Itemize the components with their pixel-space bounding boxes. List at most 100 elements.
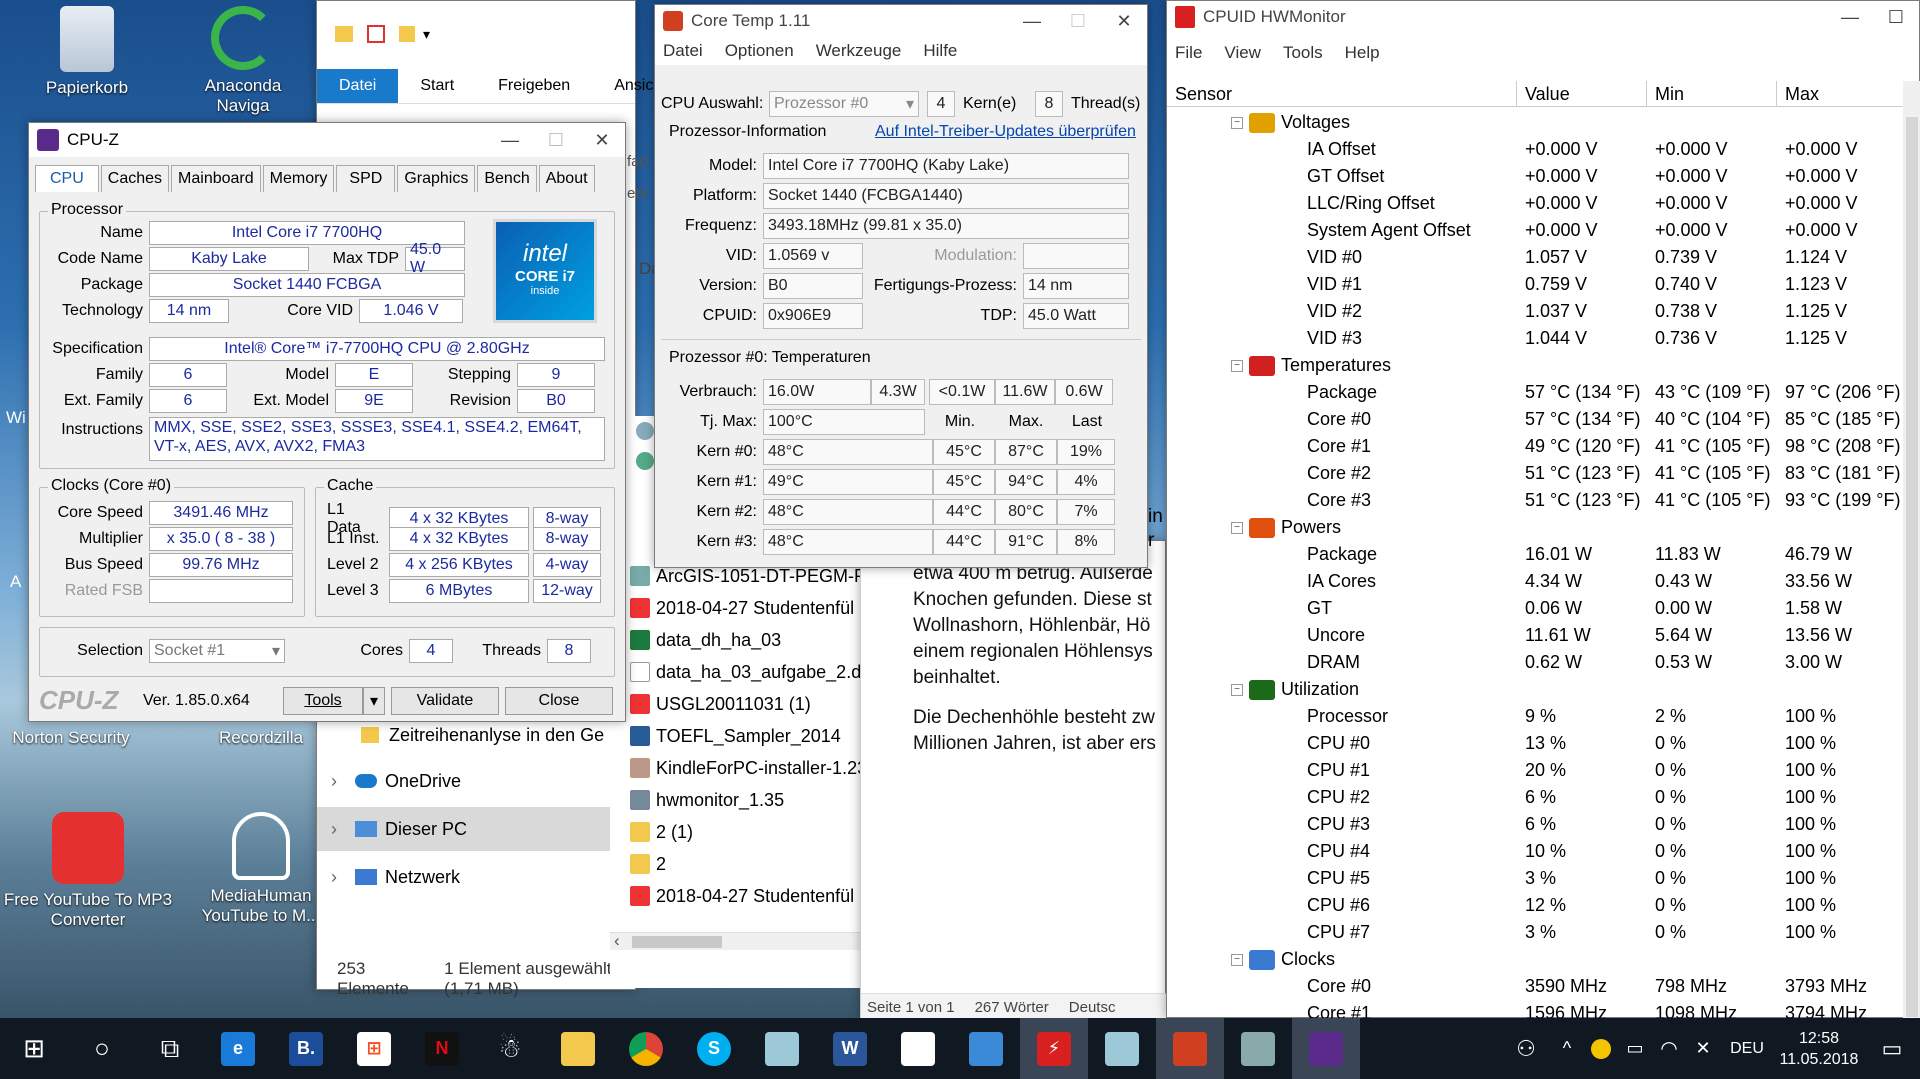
column-header-min[interactable]: Min — [1647, 81, 1777, 107]
desktop-icon-youtube-mp3[interactable]: Free YouTube To MP3 Converter — [0, 812, 176, 930]
sensor-row[interactable]: Core #2 51 °C (123 °F) 41 °C (105 °F) 83 °C… — [1167, 460, 1907, 487]
menu-help[interactable]: Help — [1345, 43, 1380, 63]
task-view-icon[interactable]: ⧉ — [136, 1018, 204, 1079]
tab-mainboard[interactable]: Mainboard — [171, 165, 261, 192]
scroll-left-icon[interactable]: ‹ — [614, 931, 620, 951]
menu-hilfe[interactable]: Hilfe — [923, 41, 957, 61]
tab-freigeben[interactable]: Freigeben — [476, 69, 592, 103]
cpu-select[interactable]: Prozessor #0 ▾ — [769, 91, 919, 117]
file-row[interactable]: 2018-04-27 Studentenfül — [630, 592, 854, 624]
photos-icon[interactable] — [884, 1018, 952, 1079]
language[interactable]: Deutsc — [1069, 999, 1116, 1016]
tools-dropdown-button[interactable]: ▾ — [363, 686, 385, 715]
desktop-icon-norton[interactable]: Norton Security — [6, 728, 136, 748]
volume-muted-icon[interactable]: ✕ — [1686, 1018, 1720, 1079]
netflix-icon[interactable]: N — [408, 1018, 476, 1079]
tab-about[interactable]: About — [538, 165, 595, 192]
sensor-category[interactable]: − Voltages — [1167, 109, 1517, 136]
nav-item-network[interactable]: › Netzwerk — [317, 855, 617, 899]
chrome-icon[interactable] — [612, 1018, 680, 1079]
file-row[interactable]: hwmonitor_1.35 — [630, 784, 784, 816]
coretemp-titlebar[interactable]: Core Temp 1.11 — ☐ ✕ — [655, 5, 1147, 37]
file-row[interactable]: data_dh_ha_03 — [630, 624, 781, 656]
show-hidden-icons[interactable]: ^ — [1550, 1018, 1584, 1079]
file-row[interactable]: 2 — [630, 848, 666, 880]
horizontal-scrollbar[interactable]: ‹ — [610, 931, 860, 951]
file-row[interactable]: data_ha_03_aufgabe_2.da — [630, 656, 871, 688]
sensor-row[interactable]: CPU #0 13 % 0 % 100 % — [1167, 730, 1907, 757]
minimize-button[interactable]: — — [1009, 5, 1055, 37]
sensor-row[interactable]: GT Offset +0.000 V +0.000 V +0.000 V — [1167, 163, 1907, 190]
battery-icon[interactable]: ▭ — [1618, 1018, 1652, 1079]
minimize-button[interactable]: — — [487, 124, 533, 156]
sensor-row[interactable]: Package 57 °C (134 °F) 43 °C (109 °F) 97 °C… — [1167, 379, 1907, 406]
sensor-row[interactable]: CPU #3 6 % 0 % 100 % — [1167, 811, 1907, 838]
intel-update-link[interactable]: Auf Intel-Treiber-Updates überprüfen — [875, 123, 1136, 141]
desktop-icon-anaconda[interactable]: Anaconda Naviga — [178, 6, 308, 116]
explorer-titlebar[interactable]: ▾ — [317, 1, 635, 67]
cpuz-titlebar[interactable]: CPU-Z — ☐ ✕ — [29, 123, 625, 157]
sensor-row[interactable]: Uncore 11.61 W 5.64 W 13.56 W — [1167, 622, 1907, 649]
b-app-icon[interactable]: B. — [272, 1018, 340, 1079]
sensor-category[interactable]: − Utilization — [1167, 676, 1517, 703]
collapse-icon[interactable]: − — [1231, 521, 1243, 534]
sensor-row[interactable]: System Agent Offset +0.000 V +0.000 V +0.00… — [1167, 217, 1907, 244]
hwmonitor-icon[interactable]: ⚡ — [1020, 1018, 1088, 1079]
menu-view[interactable]: View — [1224, 43, 1261, 63]
desktop-icon-mediahuman[interactable]: MediaHuman YouTube to M... — [196, 812, 326, 926]
search-icon[interactable]: ○ — [68, 1018, 136, 1079]
tab-spd[interactable]: SPD — [336, 165, 396, 192]
maximize-button[interactable]: ☐ — [533, 124, 579, 156]
language-indicator[interactable]: DEU — [1720, 1018, 1774, 1079]
tab-graphics[interactable]: Graphics — [397, 165, 476, 192]
collapse-icon[interactable]: − — [1231, 953, 1243, 966]
tab-caches[interactable]: Caches — [100, 165, 170, 192]
folder-icon[interactable] — [399, 26, 415, 42]
sensor-row[interactable]: Core #1 49 °C (120 °F) 41 °C (105 °F) 98 °C… — [1167, 433, 1907, 460]
desktop-icon-recordzilla[interactable]: Recordzilla — [196, 728, 326, 748]
store-icon[interactable]: ⊞ — [340, 1018, 408, 1079]
file-row[interactable]: KindleForPC-installer-1.23 — [630, 752, 867, 784]
tab-start[interactable]: Start — [398, 69, 476, 103]
image-icon[interactable] — [952, 1018, 1020, 1079]
coretemp-icon[interactable] — [1156, 1018, 1224, 1079]
sensor-row[interactable]: Processor 9 % 2 % 100 % — [1167, 703, 1907, 730]
sensor-row[interactable]: VID #2 1.037 V 0.738 V 1.125 V — [1167, 298, 1907, 325]
chevron-right-icon[interactable]: › — [331, 867, 355, 888]
column-header-max[interactable]: Max — [1777, 81, 1907, 107]
chevron-right-icon[interactable]: › — [331, 819, 355, 840]
close-button[interactable]: ✕ — [1101, 5, 1147, 37]
menu-tools[interactable]: Tools — [1283, 43, 1323, 63]
nav-item-this-pc[interactable]: › Dieser PC — [317, 807, 617, 851]
sensor-category[interactable]: − Temperatures — [1167, 352, 1517, 379]
sensor-row[interactable]: GT 0.06 W 0.00 W 1.58 W — [1167, 595, 1907, 622]
sensor-row[interactable]: CPU #4 10 % 0 % 100 % — [1167, 838, 1907, 865]
sensor-row[interactable]: Core #0 57 °C (134 °F) 40 °C (104 °F) 85 °C… — [1167, 406, 1907, 433]
people-icon[interactable]: ⚇ — [1502, 1018, 1550, 1079]
file-row[interactable]: TOEFL_Sampler_2014 — [630, 720, 841, 752]
validate-button[interactable]: Validate — [391, 686, 499, 715]
chevron-down-icon[interactable]: ▾ — [423, 26, 430, 43]
collapse-icon[interactable]: − — [1231, 359, 1243, 372]
mediahuman-icon[interactable]: ☃ — [476, 1018, 544, 1079]
collapse-icon[interactable]: − — [1231, 116, 1243, 129]
chevron-right-icon[interactable]: › — [331, 771, 355, 792]
app-icon[interactable] — [1088, 1018, 1156, 1079]
sensor-row[interactable]: CPU #2 6 % 0 % 100 % — [1167, 784, 1907, 811]
collapse-icon[interactable]: − — [1231, 683, 1243, 696]
cpuz-icon[interactable] — [1292, 1018, 1360, 1079]
sensor-row[interactable]: CPU #5 3 % 0 % 100 % — [1167, 865, 1907, 892]
menu-file[interactable]: File — [1175, 43, 1202, 63]
sensor-row[interactable]: CPU #6 12 % 0 % 100 % — [1167, 892, 1907, 919]
file-row[interactable]: 2018-04-27 Studentenfül — [630, 880, 854, 912]
sensor-row[interactable]: CPU #7 3 % 0 % 100 % — [1167, 919, 1907, 946]
app-icon[interactable] — [748, 1018, 816, 1079]
sensor-row[interactable]: VID #0 1.057 V 0.739 V 1.124 V — [1167, 244, 1907, 271]
start-icon[interactable]: ⊞ — [0, 1018, 68, 1079]
scroll-thumb[interactable] — [632, 936, 722, 948]
close-button[interactable]: ✕ — [579, 124, 625, 156]
explorer-icon[interactable] — [544, 1018, 612, 1079]
desktop-icon-recycle-bin[interactable]: Papierkorb — [22, 6, 152, 98]
tab-cpu[interactable]: CPU — [35, 165, 99, 192]
notification-icon[interactable]: ▭ — [1864, 1018, 1920, 1079]
